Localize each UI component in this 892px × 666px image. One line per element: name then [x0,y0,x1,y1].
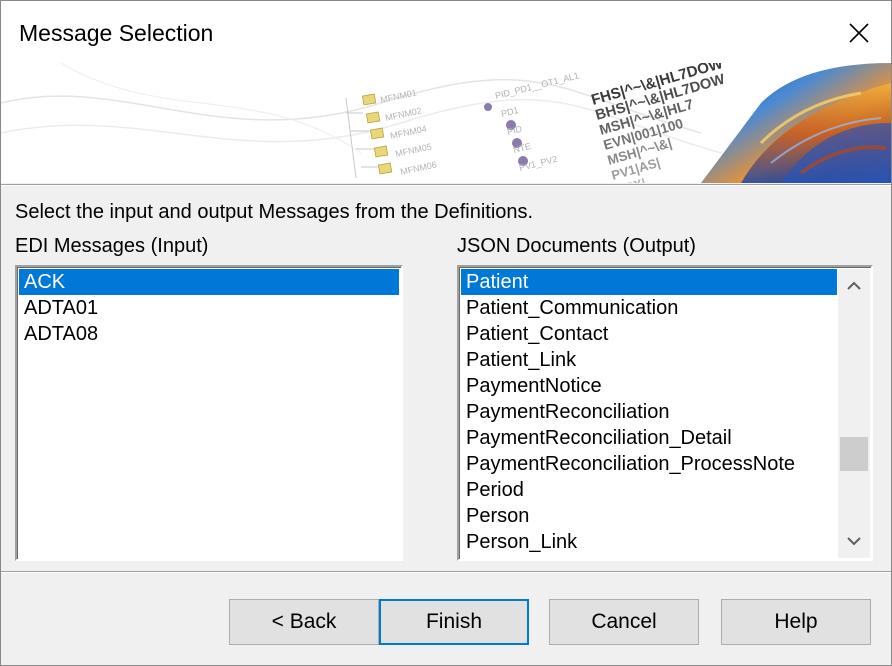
output-list-item[interactable]: Person [461,503,837,529]
input-list-item[interactable]: ADTA01 [19,295,399,321]
output-list-item[interactable]: Person_Link [461,529,837,555]
chevron-up-icon [847,281,861,290]
output-list-item[interactable]: PaymentReconciliation_ProcessNote [461,451,837,477]
output-list-item[interactable]: Patient_Link [461,347,837,373]
close-button[interactable] [839,13,879,53]
dialog-title: Message Selection [19,20,214,46]
banner-graphic: MFNM01MFNM02MFNM04MFNM05MFNM06 PID_PD1__… [1,63,891,183]
input-messages-list[interactable]: ACK ADTA01 ADTA08 [15,265,403,561]
input-list-items: ACK ADTA01 ADTA08 [19,269,399,347]
back-button[interactable]: < Back [229,599,379,645]
vertical-scrollbar[interactable] [838,269,870,558]
cancel-button[interactable]: Cancel [549,599,699,645]
chevron-down-icon [847,537,861,546]
input-list-item[interactable]: ACK [19,269,399,295]
input-list-label: EDI Messages (Input) [15,235,209,257]
output-list-item[interactable]: Patient_Contact [461,321,837,347]
finish-button[interactable]: Finish [379,599,529,645]
output-documents-list[interactable]: Patient Patient_Communication Patient_Cont… [457,265,873,561]
title-bar: Message Selection [1,1,891,63]
message-selection-dialog: Message Selection MFNM01 MFNM02 MFNM04 M… [0,0,892,666]
close-icon [849,23,869,43]
header-banner: MFNM01 MFNM02 MFNM04 MFNM05 MFNM06 PID_PD1__… [1,63,891,183]
output-list-item[interactable]: PaymentReconciliation [461,399,837,425]
output-list-item[interactable]: PaymentNotice [461,373,837,399]
output-list-item[interactable]: Patient_Communication [461,295,837,321]
scroll-thumb[interactable] [840,437,868,471]
scroll-up-button[interactable] [838,269,870,303]
footer-divider [1,571,891,573]
input-list-item[interactable]: ADTA08 [19,321,399,347]
output-list-item[interactable]: Period [461,477,837,503]
output-list-item[interactable]: Patient [461,269,837,295]
output-list-items: Patient Patient_Communication Patient_Cont… [461,269,837,555]
help-button[interactable]: Help [721,599,871,645]
instruction-text: Select the input and output Messages fro… [15,201,534,223]
scroll-down-button[interactable] [838,524,870,558]
output-list-label: JSON Documents (Output) [457,235,696,257]
banner-divider [1,184,891,186]
output-list-item[interactable]: PaymentReconciliation_Detail [461,425,837,451]
